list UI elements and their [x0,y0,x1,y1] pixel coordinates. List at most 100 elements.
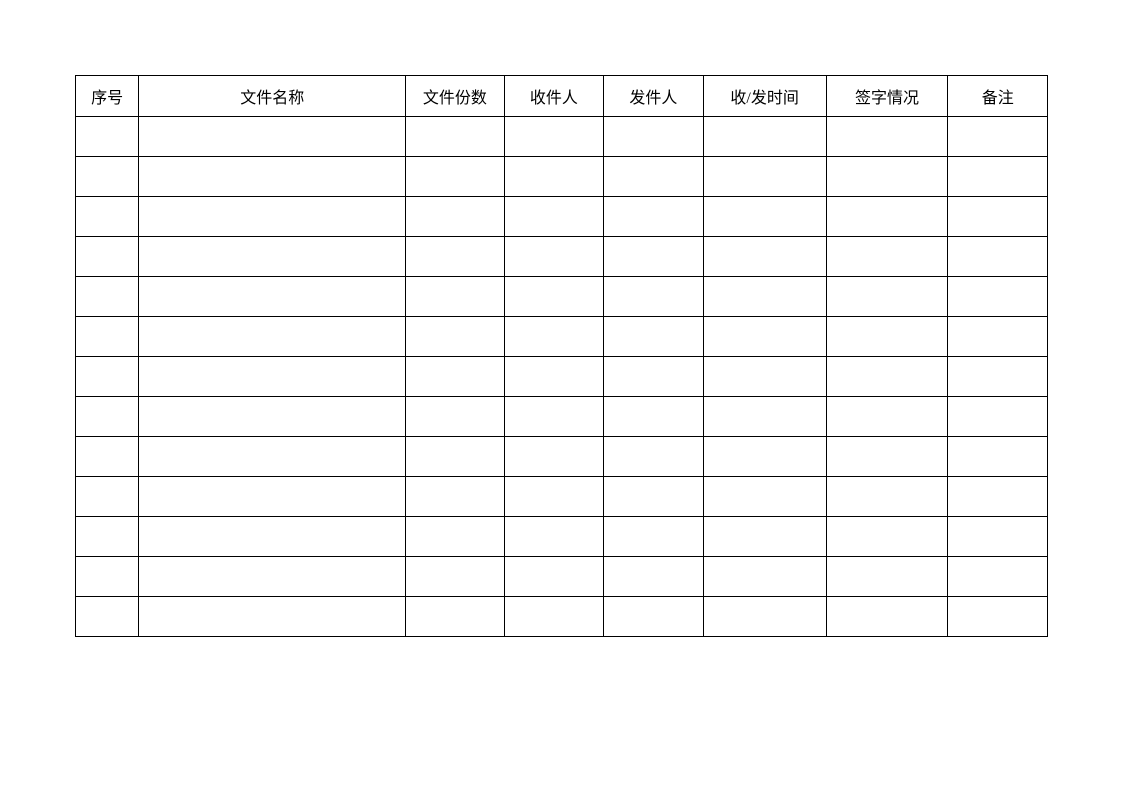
cell [76,317,139,357]
cell [703,357,826,397]
cell [139,477,406,517]
cell [76,517,139,557]
header-sender: 发件人 [604,76,704,117]
cell [406,237,504,277]
table-row [76,277,1048,317]
cell [504,557,604,597]
cell [948,237,1048,277]
header-file-name: 文件名称 [139,76,406,117]
cell [504,317,604,357]
cell [504,517,604,557]
table-row [76,437,1048,477]
cell [703,277,826,317]
cell [139,557,406,597]
cell [826,597,948,637]
cell [504,117,604,157]
cell [604,277,704,317]
cell [604,237,704,277]
cell [76,597,139,637]
cell [604,597,704,637]
cell [826,357,948,397]
cell [76,157,139,197]
cell [504,477,604,517]
table-row [76,477,1048,517]
cell [826,117,948,157]
cell [826,557,948,597]
cell [604,317,704,357]
cell [703,517,826,557]
cell [826,277,948,317]
table-header-row: 序号 文件名称 文件份数 收件人 发件人 收/发时间 签字情况 备注 [76,76,1048,117]
cell [76,557,139,597]
cell [703,597,826,637]
cell [703,117,826,157]
cell [703,437,826,477]
cell [948,117,1048,157]
cell [139,157,406,197]
cell [139,517,406,557]
cell [139,237,406,277]
document-log-table: 序号 文件名称 文件份数 收件人 发件人 收/发时间 签字情况 备注 [75,75,1048,637]
table-row [76,557,1048,597]
cell [76,197,139,237]
table-row [76,197,1048,237]
document-page: 序号 文件名称 文件份数 收件人 发件人 收/发时间 签字情况 备注 [0,0,1123,637]
header-remark: 备注 [948,76,1048,117]
cell [406,277,504,317]
cell [504,237,604,277]
table-row [76,397,1048,437]
cell [604,197,704,237]
cell [948,557,1048,597]
table-row [76,517,1048,557]
cell [406,597,504,637]
table-row [76,357,1048,397]
table-row [76,157,1048,197]
cell [948,397,1048,437]
cell [139,277,406,317]
table-row [76,237,1048,277]
cell [504,157,604,197]
header-copies: 文件份数 [406,76,504,117]
table-row [76,597,1048,637]
cell [76,437,139,477]
cell [406,517,504,557]
cell [948,197,1048,237]
cell [604,157,704,197]
cell [948,517,1048,557]
cell [948,157,1048,197]
cell [504,277,604,317]
cell [604,477,704,517]
cell [703,197,826,237]
cell [406,357,504,397]
cell [604,437,704,477]
cell [406,477,504,517]
header-signature: 签字情况 [826,76,948,117]
cell [948,437,1048,477]
cell [948,357,1048,397]
header-sequence: 序号 [76,76,139,117]
cell [406,317,504,357]
cell [504,197,604,237]
header-recipient: 收件人 [504,76,604,117]
cell [703,557,826,597]
table-row [76,317,1048,357]
cell [604,397,704,437]
cell [703,237,826,277]
cell [826,397,948,437]
cell [406,557,504,597]
cell [703,477,826,517]
cell [948,597,1048,637]
cell [76,277,139,317]
cell [826,237,948,277]
cell [604,557,704,597]
cell [948,477,1048,517]
cell [406,437,504,477]
cell [604,117,704,157]
cell [504,597,604,637]
cell [406,397,504,437]
cell [406,197,504,237]
cell [139,357,406,397]
cell [504,437,604,477]
cell [703,317,826,357]
cell [76,237,139,277]
